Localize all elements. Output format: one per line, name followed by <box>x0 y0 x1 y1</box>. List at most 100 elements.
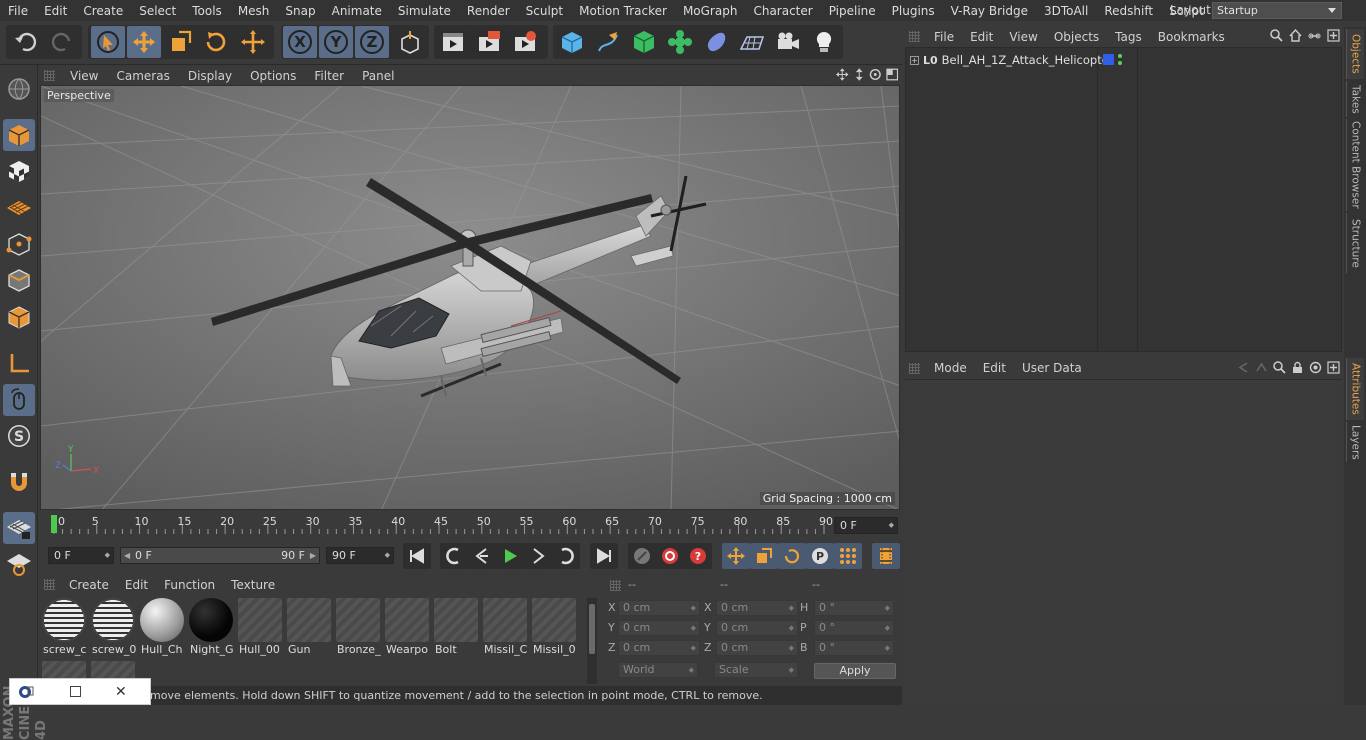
polygons-mode-icon[interactable] <box>3 301 35 333</box>
viewport-menu-view[interactable]: View <box>61 69 107 83</box>
material-menu-function[interactable]: Function <box>156 578 223 592</box>
play-button[interactable] <box>496 543 524 569</box>
menu-mesh[interactable]: Mesh <box>230 4 278 18</box>
live-selection-icon[interactable] <box>91 26 125 58</box>
next-key-button[interactable] <box>552 543 580 569</box>
object-menu-file[interactable]: File <box>926 30 962 44</box>
menu-edit[interactable]: Edit <box>36 4 75 18</box>
menu-redshift[interactable]: Redshift <box>1096 4 1161 18</box>
scale-tool-icon[interactable] <box>163 26 197 58</box>
viewport-menu-panel[interactable]: Panel <box>353 69 403 83</box>
keyframe-selection-button[interactable]: ? <box>684 543 712 569</box>
workplane-mode-icon[interactable] <box>3 191 35 223</box>
menu-plugins[interactable]: Plugins <box>884 4 943 18</box>
render-active-view-icon[interactable] <box>472 26 506 58</box>
menu-snap[interactable]: Snap <box>277 4 323 18</box>
axis-mode-icon[interactable] <box>3 348 35 380</box>
pan-view-icon[interactable] <box>836 68 849 81</box>
tab-objects[interactable]: Objects <box>1346 29 1364 79</box>
layout-select[interactable]: Startup <box>1212 2 1342 19</box>
redo-button[interactable] <box>45 26 79 58</box>
camera-icon[interactable] <box>771 26 805 58</box>
material-scrollbar[interactable] <box>587 598 597 684</box>
zoom-view-icon[interactable] <box>853 68 866 81</box>
search-icon[interactable] <box>1270 29 1283 42</box>
coord-value-field[interactable]: 0 cm <box>618 640 700 656</box>
cloner-icon[interactable] <box>663 26 697 58</box>
tweak-mode-icon[interactable] <box>3 384 35 416</box>
goto-start-button[interactable] <box>403 543 431 569</box>
move-tool-icon[interactable] <box>127 26 161 58</box>
tab-content-browser[interactable]: Content Browser <box>1346 119 1364 211</box>
attribute-menu-mode[interactable]: Mode <box>926 361 975 375</box>
frame-range-slider[interactable]: ◀ 0 F 90 F ▶ <box>120 547 320 564</box>
coord-value-field[interactable]: 0 cm <box>716 600 798 616</box>
app-icon[interactable] <box>18 684 34 700</box>
undo-button[interactable] <box>9 26 43 58</box>
menu-pipeline[interactable]: Pipeline <box>821 4 884 18</box>
model-mode-icon[interactable] <box>3 119 35 151</box>
menu-animate[interactable]: Animate <box>324 4 390 18</box>
key-parameter-button[interactable]: P <box>806 543 834 569</box>
coord-value-field[interactable]: 0 cm <box>716 620 798 636</box>
floor-environment-icon[interactable] <box>735 26 769 58</box>
timeline-ruler[interactable]: 0 5 10 15 20 25 30 35 40 45 50 55 60 65 70 75 80 85 90 0 F <box>40 513 900 535</box>
world-dropdown[interactable]: World <box>618 662 698 678</box>
playhead[interactable] <box>51 515 57 533</box>
menu-sculpt[interactable]: Sculpt <box>518 4 571 18</box>
edges-mode-icon[interactable] <box>3 264 35 296</box>
scale-dropdown[interactable]: Scale <box>714 662 798 678</box>
back-arrow-icon[interactable] <box>1237 361 1250 374</box>
material-swatch[interactable]: screw_0 <box>90 598 136 656</box>
transform-tool-icon[interactable] <box>236 26 270 58</box>
rotate-view-icon[interactable] <box>869 68 882 81</box>
object-menu-bookmarks[interactable]: Bookmarks <box>1150 30 1233 44</box>
locked-workplane-icon[interactable] <box>3 548 35 580</box>
snap-icon[interactable]: S <box>3 420 35 452</box>
perspective-viewport[interactable]: X Y Z Perspective Grid Spacing : 1000 cm <box>40 85 900 510</box>
timeline-window-button[interactable] <box>872 543 900 569</box>
list-item[interactable]: + L0 Bell_AH_1Z_Attack_Helicopter <box>910 51 1114 69</box>
lock-icon[interactable] <box>1291 361 1304 374</box>
tab-structure[interactable]: Structure <box>1346 213 1364 273</box>
link-icon[interactable] <box>1308 29 1321 42</box>
y-axis-lock-button[interactable]: Y <box>319 26 353 58</box>
tab-layers[interactable]: Layers <box>1346 422 1364 462</box>
material-swatch[interactable]: Hull_Ch <box>139 598 184 656</box>
material-menu-create[interactable]: Create <box>61 578 117 592</box>
search-icon[interactable] <box>1273 361 1286 374</box>
material-menu-edit[interactable]: Edit <box>117 578 156 592</box>
attribute-menu-user-data[interactable]: User Data <box>1014 361 1090 375</box>
menu-character[interactable]: Character <box>745 4 820 18</box>
coord-value-field[interactable]: 0 ° <box>814 640 894 656</box>
coord-value-field[interactable]: 0 cm <box>618 600 700 616</box>
cube-primitive-icon[interactable] <box>555 26 589 58</box>
attribute-menu-edit[interactable]: Edit <box>975 361 1014 375</box>
tab-takes[interactable]: Takes <box>1346 81 1364 117</box>
points-mode-icon[interactable] <box>3 228 35 260</box>
autokey-button[interactable] <box>656 543 684 569</box>
current-frame-field[interactable]: 0 F <box>834 517 898 534</box>
menu-select[interactable]: Select <box>131 4 184 18</box>
viewport-menu-display[interactable]: Display <box>179 69 241 83</box>
close-icon[interactable]: ✕ <box>115 684 127 700</box>
menu-mograph[interactable]: MoGraph <box>675 4 746 18</box>
render-settings-icon[interactable] <box>508 26 542 58</box>
key-scale-button[interactable] <box>750 543 778 569</box>
material-swatch[interactable]: Night_G <box>188 598 234 656</box>
coordinate-system-icon[interactable] <box>392 26 426 58</box>
new-window-icon[interactable] <box>1327 29 1340 42</box>
render-visibility-dot[interactable] <box>1118 61 1122 65</box>
home-icon[interactable] <box>1289 29 1302 42</box>
magnet-icon[interactable] <box>3 466 35 498</box>
viewport-menu-cameras[interactable]: Cameras <box>107 69 178 83</box>
object-menu-objects[interactable]: Objects <box>1046 30 1107 44</box>
up-arrow-icon[interactable] <box>1255 361 1268 374</box>
material-swatch[interactable]: screw_cl <box>41 598 87 656</box>
apply-button[interactable]: Apply <box>814 663 896 679</box>
menu-render[interactable]: Render <box>459 4 518 18</box>
maximize-view-icon[interactable] <box>885 68 899 81</box>
x-axis-lock-button[interactable]: X <box>283 26 317 58</box>
subdivision-surface-icon[interactable] <box>627 26 661 58</box>
new-window-icon[interactable] <box>1327 361 1340 374</box>
